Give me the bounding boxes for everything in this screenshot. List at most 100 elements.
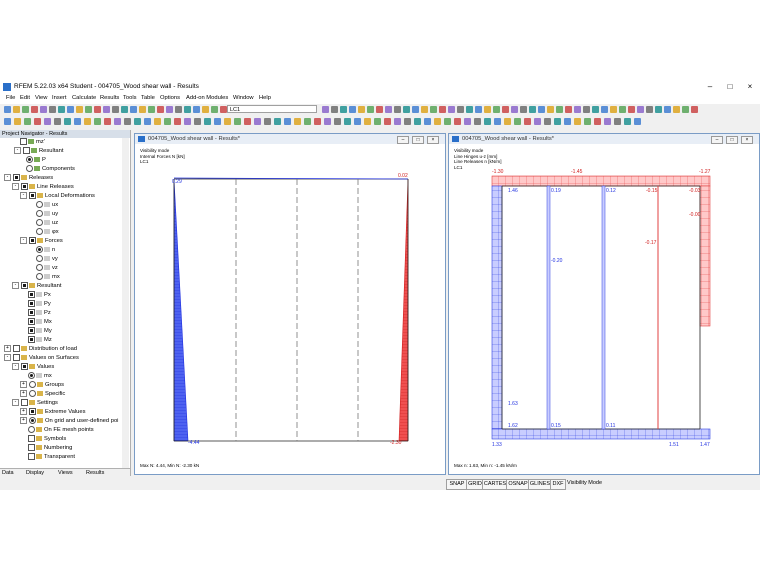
toolbar-button[interactable] <box>304 118 311 125</box>
toolbar-button[interactable] <box>294 118 301 125</box>
menu-view[interactable]: View <box>35 95 47 101</box>
toolbar-button[interactable] <box>94 118 101 125</box>
cartes-toggle[interactable]: CARTES <box>482 479 508 490</box>
tree-item-p[interactable]: P <box>26 156 46 165</box>
toolbar-button[interactable] <box>334 118 341 125</box>
toolbar-button[interactable] <box>202 106 209 113</box>
toolbar-button[interactable] <box>85 106 92 113</box>
tree-item-mz-res[interactable]: Mz <box>28 336 52 345</box>
tab-data[interactable]: Data <box>2 470 14 476</box>
toolbar-button[interactable] <box>628 106 635 113</box>
toolbar-button[interactable] <box>529 106 536 113</box>
tree-item-resultant-2[interactable]: - Resultant <box>12 282 62 291</box>
toolbar-button[interactable] <box>475 106 482 113</box>
toolbar-button[interactable] <box>84 118 91 125</box>
toolbar-button[interactable] <box>367 106 374 113</box>
load-case-select[interactable]: LC1 <box>227 105 317 113</box>
tree-item-n[interactable]: n <box>36 246 55 255</box>
toolbar-button[interactable] <box>324 118 331 125</box>
toolbar-button[interactable] <box>67 106 74 113</box>
toolbar-button[interactable] <box>174 118 181 125</box>
close-button[interactable]: × <box>740 82 760 92</box>
toolbar-button[interactable] <box>44 118 51 125</box>
toolbar-button[interactable] <box>421 106 428 113</box>
toolbar-button[interactable] <box>494 118 501 125</box>
toolbar-button[interactable] <box>76 106 83 113</box>
toolbar-button[interactable] <box>565 106 572 113</box>
toolbar-button[interactable] <box>403 106 410 113</box>
toolbar-button[interactable] <box>354 118 361 125</box>
toolbar-button[interactable] <box>484 118 491 125</box>
toolbar-button[interactable] <box>254 118 261 125</box>
right-results-window[interactable]: 004705_Wood shear wall - Results* – □ × … <box>448 133 760 475</box>
menu-tools[interactable]: Tools <box>123 95 137 101</box>
toolbar-button[interactable] <box>264 118 271 125</box>
collapse-icon[interactable]: - <box>12 363 19 370</box>
snap-toggle[interactable]: SNAP <box>446 479 468 490</box>
toolbar-button[interactable] <box>112 106 119 113</box>
toolbar-button[interactable] <box>166 106 173 113</box>
tree-item-uy[interactable]: uy <box>36 210 58 219</box>
toolbar-button[interactable] <box>430 106 437 113</box>
glines-toggle[interactable]: GLINES <box>528 479 552 490</box>
toolbar-button[interactable] <box>474 118 481 125</box>
toolbar-button[interactable] <box>691 106 698 113</box>
collapse-icon[interactable]: - <box>4 354 11 361</box>
toolbar-button[interactable] <box>544 118 551 125</box>
tab-display[interactable]: Display <box>26 470 44 476</box>
collapse-icon[interactable]: - <box>20 237 27 244</box>
toolbar-button[interactable] <box>457 106 464 113</box>
tree-item-mx-res[interactable]: Mx <box>28 318 52 327</box>
toolbar-button[interactable] <box>504 118 511 125</box>
menu-help[interactable]: Help <box>259 95 271 101</box>
toolbar-button[interactable] <box>554 118 561 125</box>
toolbar-button[interactable] <box>448 106 455 113</box>
toolbar-button[interactable] <box>646 106 653 113</box>
tree-item-on-grid[interactable]: + On grid and user-defined poi <box>20 417 118 426</box>
menu-options[interactable]: Options <box>160 95 180 101</box>
left-results-window[interactable]: 004705_Wood shear wall - Results* – □ × … <box>134 133 446 475</box>
toolbar-button[interactable] <box>4 106 11 113</box>
tree-item-local-deformations[interactable]: - Local Deformations <box>20 192 95 201</box>
collapse-icon[interactable]: - <box>12 183 19 190</box>
toolbar-button[interactable] <box>40 106 47 113</box>
toolbar-button[interactable] <box>4 118 11 125</box>
tree-item-ux[interactable]: ux <box>36 201 58 210</box>
toolbar-button[interactable] <box>154 118 161 125</box>
tree-item-py[interactable]: Py <box>28 300 51 309</box>
toolbar-button[interactable] <box>121 106 128 113</box>
toolbar-button[interactable] <box>58 106 65 113</box>
toolbar-button[interactable] <box>14 118 21 125</box>
toolbar-button[interactable] <box>592 106 599 113</box>
tree-item-resultant[interactable]: - Resultant <box>14 147 64 156</box>
tree-item-phix[interactable]: φx <box>36 228 59 237</box>
toolbar-button[interactable] <box>583 106 590 113</box>
toolbar-button[interactable] <box>244 118 251 125</box>
toolbar-button[interactable] <box>520 106 527 113</box>
toolbar-button[interactable] <box>175 106 182 113</box>
tree-item-pz[interactable]: Pz <box>28 309 51 318</box>
toolbar-button[interactable] <box>673 106 680 113</box>
toolbar-button[interactable] <box>157 106 164 113</box>
expand-icon[interactable]: + <box>20 417 27 424</box>
collapse-icon[interactable]: - <box>14 147 21 154</box>
toolbar-button[interactable] <box>220 106 227 113</box>
dxf-toggle[interactable]: DXF <box>550 479 566 490</box>
tree-item-on-fe-mesh-points[interactable]: On FE mesh points <box>28 426 94 435</box>
menu-add-on-modules[interactable]: Add-on Modules <box>186 95 228 101</box>
toolbar-button[interactable] <box>484 106 491 113</box>
toolbar-button[interactable] <box>574 118 581 125</box>
tree-item-my-res[interactable]: My <box>28 327 52 336</box>
expand-icon[interactable]: + <box>20 381 27 388</box>
tree-item-mz[interactable]: mz' <box>20 138 45 147</box>
toolbar-button[interactable] <box>556 106 563 113</box>
toolbar-button[interactable] <box>502 106 509 113</box>
toolbar-button[interactable] <box>682 106 689 113</box>
collapse-icon[interactable]: - <box>20 192 27 199</box>
toolbar-button[interactable] <box>584 118 591 125</box>
tree-item-transparent[interactable]: Transparent <box>28 453 75 462</box>
toolbar-button[interactable] <box>54 118 61 125</box>
toolbar-button[interactable] <box>114 118 121 125</box>
toolbar-button[interactable] <box>349 106 356 113</box>
toolbar-button[interactable] <box>614 118 621 125</box>
